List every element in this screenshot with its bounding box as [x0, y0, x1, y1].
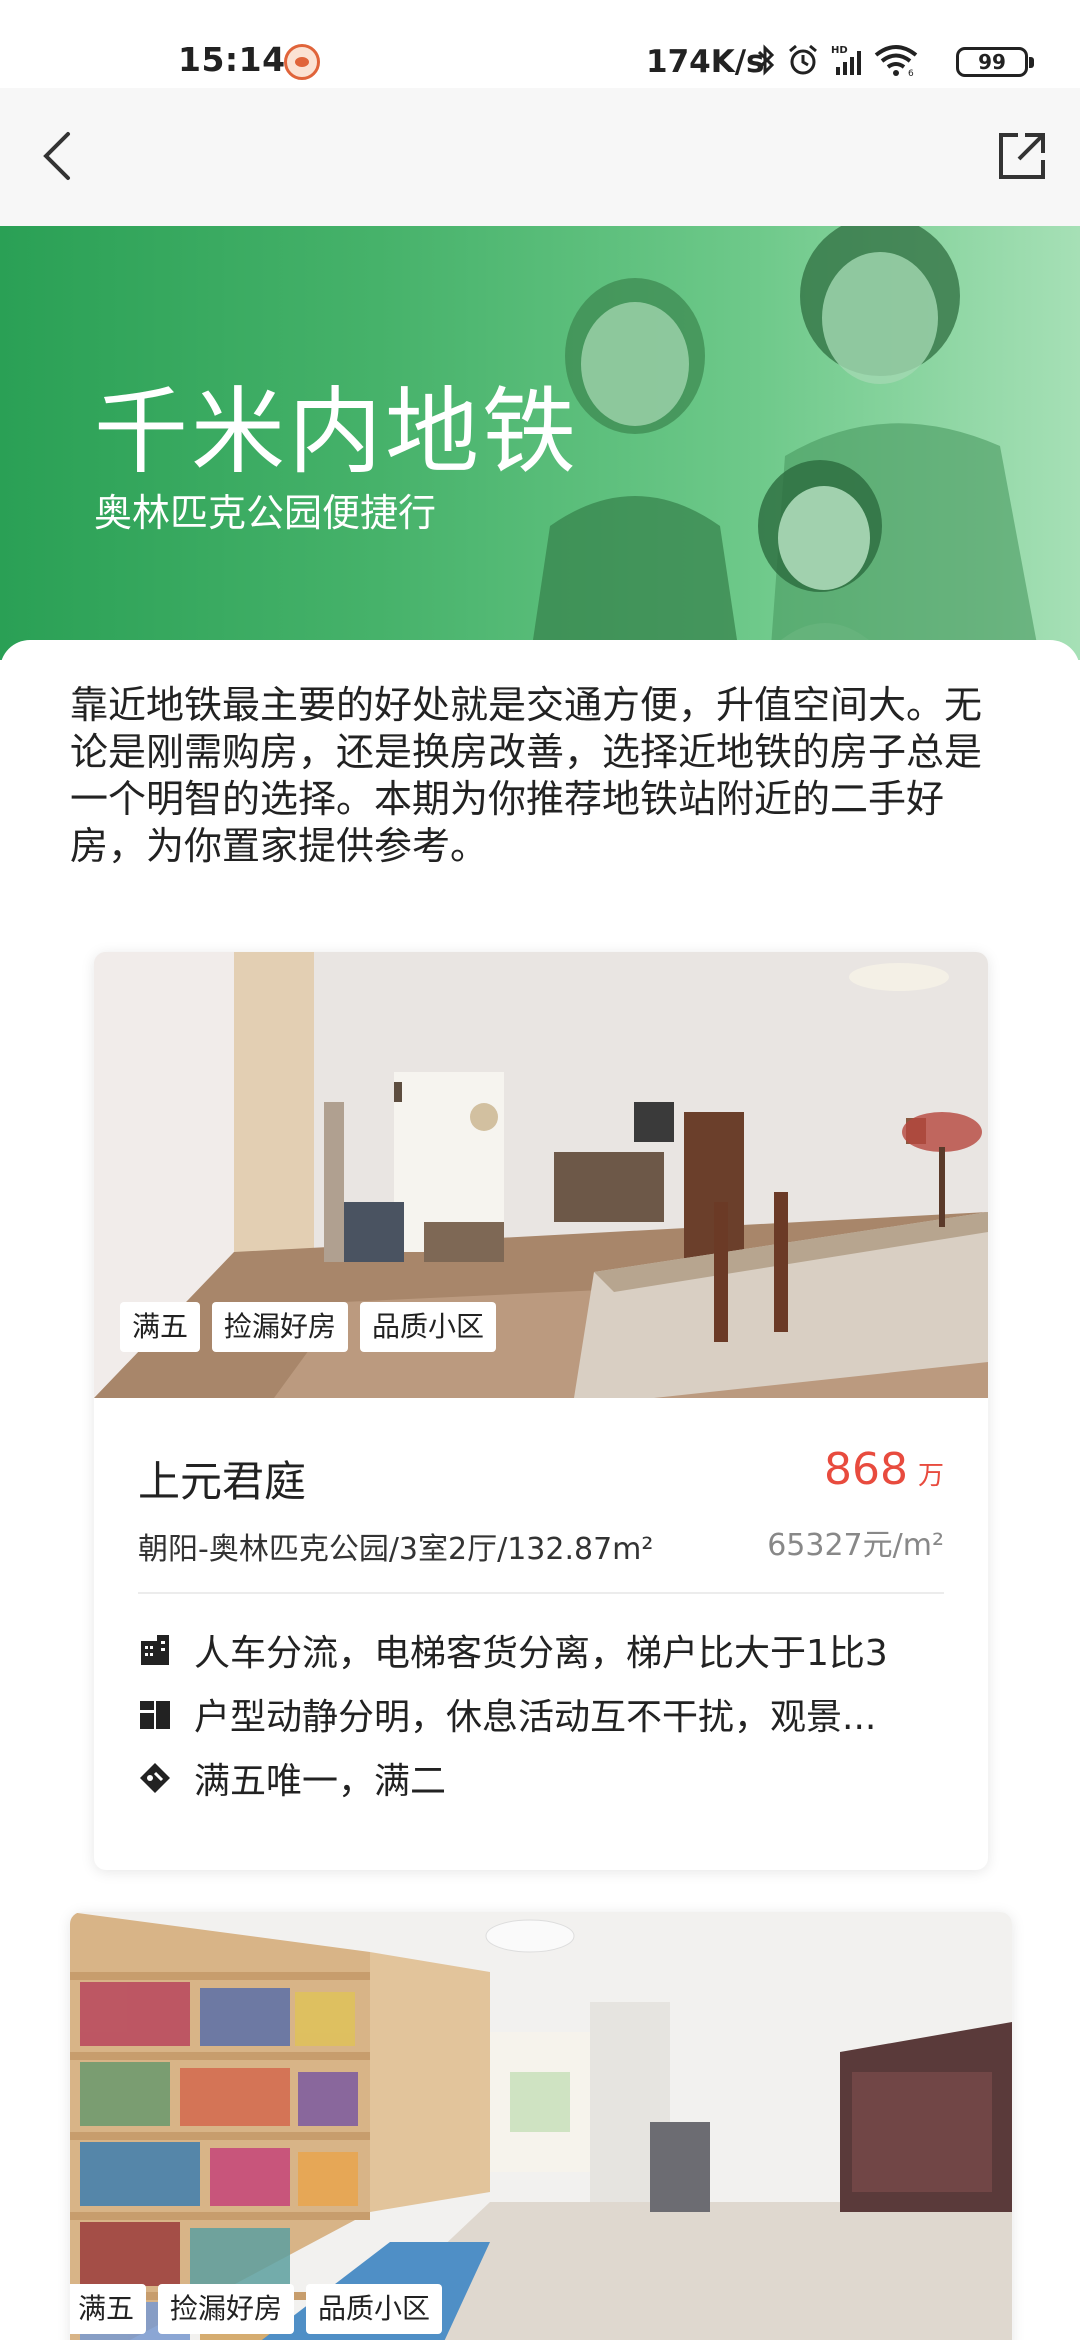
listing-unit-price: 65327元/m²	[767, 1528, 944, 1563]
listing-card[interactable]: 满五 捡漏好房 品质小区 上元君庭 868 万 朝阳-奥林匹克公园/3室2厅/13…	[94, 952, 988, 1870]
feature-item: 人车分流，电梯客货分离，梯户比大于1比3	[138, 1624, 888, 1676]
feature-item: 满五唯一，满二	[138, 1752, 446, 1804]
tag: 满五	[70, 2284, 147, 2334]
battery-icon: 99	[956, 47, 1034, 77]
divider	[138, 1592, 944, 1594]
nav-bar	[0, 88, 1080, 226]
feature-text: 人车分流，电梯客货分离，梯户比大于1比3	[194, 1633, 888, 1674]
price-unit: 万	[917, 1461, 944, 1491]
tag: 品质小区	[360, 1302, 497, 1352]
listing-photo[interactable]: 满五 捡漏好房 品质小区	[94, 952, 988, 1398]
alarm-icon	[789, 44, 817, 75]
content-sheet: 靠近地铁最主要的好处就是交通方便，升值空间大。无论是刚需购房，还是换房改善，选择…	[0, 640, 1080, 2340]
wifi-icon: 6	[874, 45, 918, 77]
bluetooth-icon	[757, 44, 775, 76]
floorplan-icon	[140, 1701, 170, 1729]
tag: 捡漏好房	[212, 1302, 349, 1352]
share-icon[interactable]	[992, 126, 1052, 186]
svg-text:HD: HD	[831, 45, 848, 56]
feature-text: 满五唯一，满二	[194, 1761, 447, 1802]
listing-tags: 满五 捡漏好房 品质小区	[70, 2284, 443, 2334]
listing-description: 朝阳-奥林匹克公园/3室2厅/132.87m²	[138, 1532, 654, 1567]
tag: 捡漏好房	[158, 2284, 295, 2334]
hd-signal-icon: HD	[831, 45, 861, 75]
status-bar: 15:14 174K/s HD 6 99	[0, 0, 1080, 88]
listing-price: 868 万	[824, 1444, 944, 1495]
listing-title: 上元君庭	[138, 1457, 307, 1506]
status-icons: HD 6	[756, 40, 918, 80]
intro-paragraph: 靠近地铁最主要的好处就是交通方便，升值空间大。无论是刚需购房，还是换房改善，选择…	[70, 683, 983, 868]
feature-item: 户型动静分明，休息活动互不干扰，观景...	[138, 1688, 876, 1740]
tag: 满五	[120, 1302, 201, 1352]
tag: 品质小区	[306, 2284, 443, 2334]
building-icon	[141, 1635, 169, 1665]
banner-subtitle: 奥林匹克公园便捷行	[94, 491, 437, 535]
status-time: 15:14	[178, 40, 286, 79]
listing-card[interactable]: 满五 捡漏好房 品质小区	[70, 1912, 1012, 2340]
tag-icon	[140, 1763, 170, 1793]
banner-title: 千米内地铁	[94, 378, 580, 487]
listing-tags: 满五 捡漏好房 品质小区	[120, 1302, 497, 1352]
feature-text: 户型动静分明，休息活动互不干扰，观景...	[194, 1697, 877, 1738]
banner: 千米内地铁 奥林匹克公园便捷行	[0, 226, 1080, 660]
back-icon[interactable]	[30, 126, 90, 186]
room-image	[70, 1912, 1012, 2340]
svg-text:6: 6	[908, 69, 914, 77]
app-notification-icon	[284, 44, 320, 80]
price-value: 868	[824, 1444, 908, 1495]
network-speed: 174K/s	[646, 44, 765, 80]
